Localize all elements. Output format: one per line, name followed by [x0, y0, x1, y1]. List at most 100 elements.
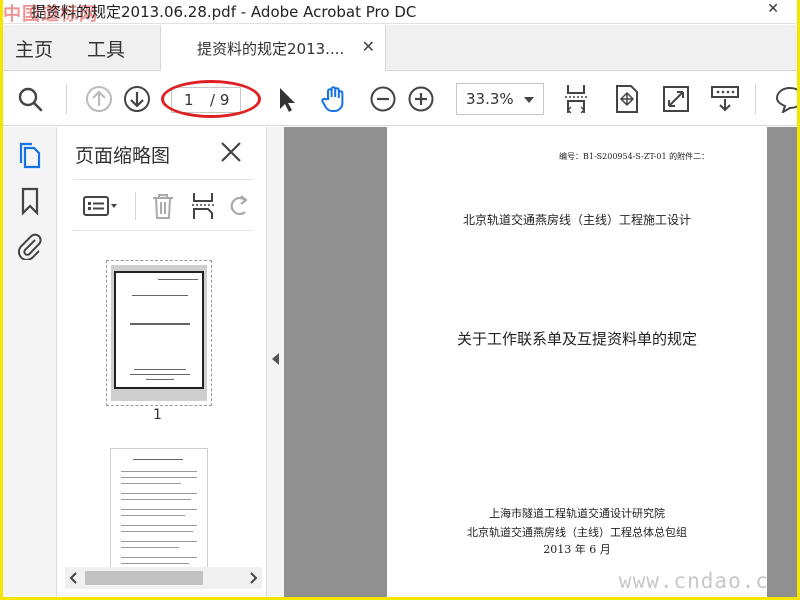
zoom-out-button[interactable] [366, 82, 400, 116]
watermark-url: www.cndao.c [618, 569, 769, 593]
search-icon [18, 87, 43, 112]
tab-document[interactable]: 提资料的规定2013.... ✕ [160, 25, 386, 71]
thumbnail-frame [111, 265, 207, 401]
attachment-icon [17, 233, 42, 260]
thumbnail-text-line [121, 525, 197, 526]
organization-line-2: 北京轨道交通燕房线（主线）工程总体总包组 [467, 526, 687, 539]
thumbnail-options-button[interactable] [81, 190, 121, 222]
tab-bar: 主页 工具 提资料的规定2013.... ✕ [3, 25, 797, 71]
hand-tool-button[interactable] [317, 82, 351, 116]
read-mode-icon [711, 86, 739, 112]
main-toolbar: / 9 33.3% [3, 72, 797, 126]
thumbnail-list: 1 [73, 240, 260, 572]
panel-close-button[interactable] [218, 139, 244, 169]
hand-tool-icon [321, 86, 344, 112]
panel-toolbar-separator [135, 192, 136, 220]
thumbnail-text-line [121, 483, 181, 484]
chevron-down-icon [524, 97, 534, 103]
scroll-left-icon[interactable] [69, 572, 77, 584]
fit-page-button[interactable] [610, 82, 644, 116]
chevron-left-icon [272, 353, 279, 365]
full-screen-button[interactable] [659, 82, 693, 116]
scroll-mode-button[interactable] [559, 82, 593, 116]
project-name: 北京轨道交通燕房线（主线）工程施工设计 [462, 213, 691, 227]
title-bar: 中国道标网 提资料的规定2013.06.28.pdf - Adobe Acrob… [3, 0, 797, 25]
document-date: 2013 年 6 月 [543, 543, 611, 556]
pdf-page: 编号：B1-S200954-S-ZT-01 的附件二： 北京轨道交通燕房线（主线… [387, 127, 767, 597]
next-page-icon [124, 86, 150, 112]
acrobat-window: 中国道标网 提资料的规定2013.06.28.pdf - Adobe Acrob… [3, 0, 797, 597]
zoom-level-dropdown[interactable]: 33.3% [456, 83, 544, 115]
pages-icon [19, 142, 41, 169]
next-page-button[interactable] [120, 82, 154, 116]
tab-close-button[interactable]: ✕ [362, 37, 375, 56]
organization-line-1: 上海市隧道工程轨道交通设计研究院 [489, 507, 665, 520]
thumbnail-text-line [134, 369, 186, 370]
bookmark-icon [21, 187, 39, 215]
delete-page-button[interactable] [147, 190, 179, 222]
scroll-right-icon[interactable] [250, 572, 258, 584]
thumbnail-text-line [133, 459, 183, 460]
thumbnail-text-line [121, 477, 197, 478]
window-close-button[interactable]: ✕ [767, 1, 779, 17]
select-tool-button[interactable] [269, 82, 303, 116]
thumbnail-text-line [121, 493, 197, 494]
toolbar-separator [755, 84, 756, 114]
thumbnail-text-line [130, 374, 190, 375]
thumbnail-text-line [132, 295, 188, 296]
read-mode-button[interactable] [708, 82, 742, 116]
comment-button[interactable] [773, 82, 797, 116]
thumbnail-text-line [121, 509, 197, 510]
thumbnail-text-line [121, 471, 197, 472]
tab-document-label: 提资料的规定2013.... [197, 40, 345, 58]
thumbnail-horizontal-scrollbar[interactable] [65, 567, 262, 589]
thumbnail-text-line [121, 531, 193, 532]
document-viewport[interactable]: 编号：B1-S200954-S-ZT-01 的附件二： 北京轨道交通燕房线（主线… [284, 127, 797, 597]
thumbnail-text-line [121, 541, 197, 542]
document-title: 关于工作联系单及互提资料单的规定 [456, 330, 697, 348]
options-menu-icon [83, 196, 117, 216]
panel-toolbar [73, 179, 253, 231]
page-thumbnail[interactable] [106, 260, 212, 406]
window-title: 提资料的规定2013.06.28.pdf - Adobe Acrobat Pro… [31, 3, 417, 21]
prev-page-icon [86, 86, 112, 112]
thumbnail-text-line [158, 279, 198, 280]
thumbnail-page-number: 1 [153, 407, 162, 423]
select-cursor-icon [280, 88, 295, 112]
thumbnail-text-line [121, 499, 191, 500]
fit-page-icon [616, 85, 638, 113]
zoom-level-value: 33.3% [466, 90, 514, 108]
thumbnail-text-line [130, 323, 190, 325]
thumbnail-text-line [121, 557, 197, 558]
thumbnail-text-line [121, 563, 189, 564]
page-thumbnail[interactable] [110, 448, 208, 572]
thumbnail-text-line [121, 547, 179, 548]
attachments-button[interactable] [15, 231, 45, 261]
comment-icon [775, 86, 797, 113]
thumbnail-page-preview [114, 271, 204, 389]
thumbnail-text-line [121, 515, 185, 516]
panel-title: 页面缩略图 [75, 145, 171, 167]
thumbnail-text-line [146, 379, 174, 380]
search-button[interactable] [13, 82, 47, 116]
full-screen-icon [663, 86, 689, 112]
document-code: 编号：B1-S200954-S-ZT-01 的附件二： [559, 152, 710, 161]
scroll-mode-icon [565, 85, 587, 114]
red-annotation-circle [161, 80, 261, 118]
zoom-in-button[interactable] [404, 82, 438, 116]
tab-tools[interactable]: 工具 [87, 35, 125, 62]
bookmarks-button[interactable] [15, 186, 45, 216]
panel-collapse-handle[interactable] [266, 127, 284, 597]
left-navigation-rail [3, 127, 57, 597]
scrollbar-thumb[interactable] [85, 571, 203, 585]
tab-home[interactable]: 主页 [15, 35, 53, 62]
rotate-page-button[interactable] [223, 190, 255, 222]
insert-page-icon [192, 193, 214, 219]
trash-icon [153, 194, 173, 219]
zoom-in-icon [408, 86, 434, 112]
page-thumbnails-panel: 页面缩略图 1 [58, 127, 315, 597]
zoom-out-icon [370, 86, 396, 112]
insert-page-button[interactable] [187, 190, 219, 222]
page-thumbnails-button[interactable] [15, 141, 45, 171]
prev-page-button[interactable] [82, 82, 116, 116]
